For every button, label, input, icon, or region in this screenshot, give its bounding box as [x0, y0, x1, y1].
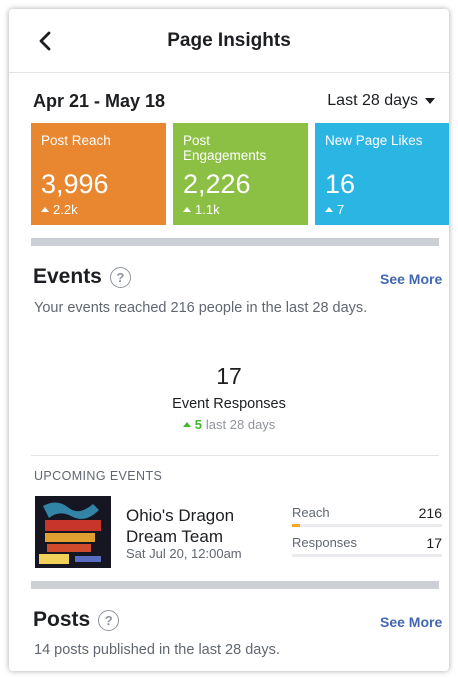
- events-see-more-link[interactable]: See More: [380, 271, 442, 287]
- metric-value: 16: [325, 169, 356, 199]
- metric-delta: 1.1k: [183, 202, 220, 217]
- metric-delta: 7: [325, 202, 344, 217]
- event-responses-label: Event Responses: [172, 396, 286, 412]
- page-title: Page Insights: [167, 30, 291, 51]
- event-responses-row-value: 17: [426, 535, 442, 551]
- posts-see-more-link[interactable]: See More: [380, 614, 442, 630]
- metric-cards: Post Reach 3,996 2.2k Post Engagements 2…: [31, 123, 449, 225]
- event-reach-stat: Reach 216: [292, 505, 442, 527]
- event-responses-value: 17: [216, 363, 242, 389]
- metric-label: Post Engagements: [183, 133, 267, 163]
- event-reach-bar: [292, 524, 442, 527]
- metric-card-post-reach[interactable]: Post Reach 3,996 2.2k: [31, 123, 166, 225]
- up-arrow-icon: [325, 207, 333, 212]
- dragon-boat-poster-image: [35, 496, 111, 568]
- top-bar: Page Insights: [9, 9, 449, 73]
- period-dropdown[interactable]: Last 28 days: [327, 92, 435, 110]
- metric-card-post-engagements[interactable]: Post Engagements 2,226 1.1k: [173, 123, 308, 225]
- help-icon[interactable]: ?: [98, 609, 120, 631]
- upcoming-events-label: UPCOMING EVENTS: [34, 469, 163, 483]
- metric-value: 2,226: [183, 169, 251, 199]
- posts-see-more-wrap: See More: [380, 614, 442, 632]
- event-reach-label: Reach: [292, 505, 330, 520]
- posts-title: Posts: [33, 608, 91, 631]
- event-thumbnail[interactable]: [35, 496, 111, 568]
- event-responses-row-label: Responses: [292, 535, 358, 550]
- section-divider: [31, 238, 439, 246]
- event-date: Sat Jul 20, 12:00am: [126, 546, 242, 561]
- event-responses-period: last 28 days: [205, 417, 276, 432]
- help-icon[interactable]: ?: [109, 266, 131, 288]
- metric-delta-value: 2.2k: [53, 202, 78, 217]
- event-responses-bar: [292, 554, 442, 557]
- events-header: Events ?: [33, 265, 131, 289]
- metric-label: New Page Likes: [325, 133, 423, 148]
- events-description: Your events reached 216 people in the la…: [34, 300, 368, 316]
- event-responses-stat-row: Responses 17: [292, 535, 442, 557]
- up-arrow-icon: [41, 207, 49, 212]
- section-divider: [31, 581, 439, 589]
- event-reach-bar-fill: [292, 524, 300, 527]
- up-arrow-icon: [183, 207, 191, 212]
- divider-line: [31, 455, 439, 456]
- event-reach-value: 216: [418, 505, 442, 521]
- period-label: Last 28 days: [327, 92, 418, 109]
- metric-label: Post Reach: [41, 133, 111, 148]
- metric-value: 3,996: [41, 169, 109, 199]
- up-arrow-icon: [182, 422, 191, 427]
- event-responses-delta: 5: [194, 417, 202, 432]
- posts-description: 14 posts published in the last 28 days.: [34, 642, 280, 658]
- event-name[interactable]: Ohio's Dragon Dream Team: [126, 505, 276, 547]
- events-title: Events: [33, 265, 102, 288]
- metric-delta: 2.2k: [41, 202, 78, 217]
- metric-delta-value: 1.1k: [195, 202, 220, 217]
- date-range: Apr 21 - May 18: [33, 91, 166, 111]
- insights-screen: Page Insights Apr 21 - May 18 Last 28 da…: [9, 9, 449, 671]
- metric-card-new-page-likes[interactable]: New Page Likes 16 7: [315, 123, 449, 225]
- events-see-more-wrap: See More: [380, 271, 442, 289]
- event-responses-stat: 17 Event Responses 5 last 28 days: [9, 363, 449, 432]
- metric-delta-value: 7: [337, 202, 345, 217]
- posts-header: Posts ?: [33, 608, 120, 632]
- event-responses-change: 5 last 28 days: [9, 417, 449, 432]
- caret-down-icon: [425, 98, 435, 104]
- date-row: Apr 21 - May 18 Last 28 days: [9, 73, 449, 129]
